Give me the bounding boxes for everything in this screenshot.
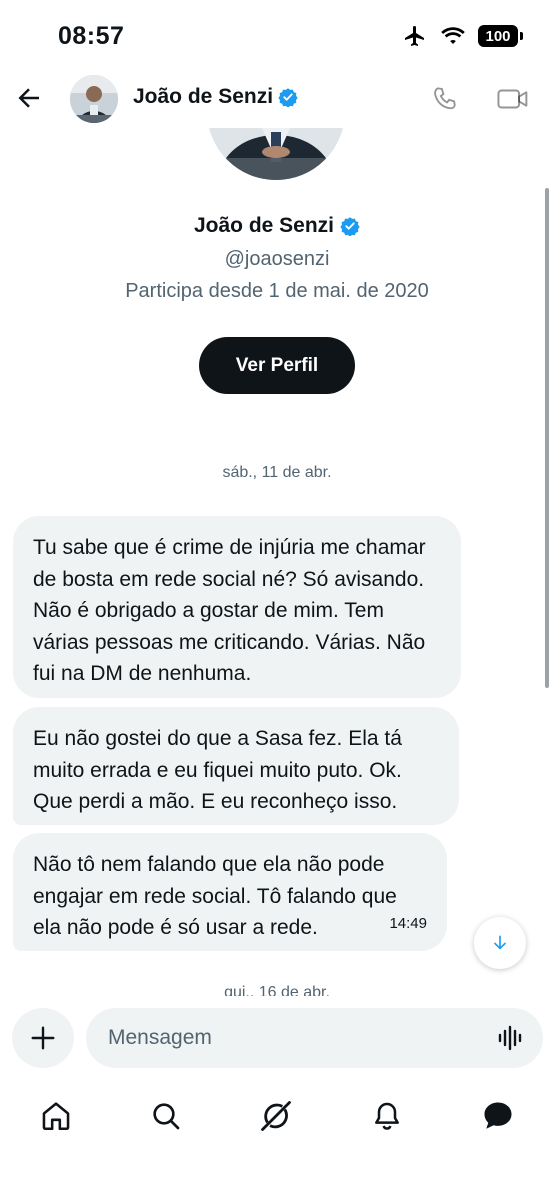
header-avatar[interactable] (70, 75, 118, 123)
message-bubble[interactable]: Não tô nem falando que ela não pode enga… (13, 833, 447, 951)
status-bar: 08:57 100 (0, 0, 554, 70)
airplane-icon (405, 26, 424, 46)
add-attachment-button[interactable] (12, 1008, 74, 1068)
scroll-to-bottom-button[interactable] (474, 917, 526, 969)
verified-badge-icon (278, 88, 298, 107)
back-arrow-icon[interactable] (14, 83, 44, 113)
date-divider: sáb., 11 de abr. (222, 464, 332, 481)
phone-icon[interactable] (430, 84, 460, 114)
messages-icon (484, 1102, 512, 1129)
scrollbar[interactable] (545, 188, 549, 688)
voice-waveform-icon[interactable] (497, 1024, 525, 1052)
home-icon (42, 1102, 70, 1131)
profile-handle: @joaosenzi (224, 248, 330, 270)
header-name: João de Senzi (133, 85, 274, 108)
profile-joined-date: Participa desde 1 de mai. de 2020 (125, 280, 429, 302)
notifications-icon (375, 1102, 399, 1130)
message-timestamp: 14:49 (389, 914, 427, 932)
header-title[interactable]: João de Senzi (133, 85, 298, 109)
status-icons: 100 (402, 24, 523, 48)
nav-messages[interactable] (478, 1096, 518, 1136)
grok-icon (261, 1101, 291, 1131)
message-composer (0, 996, 554, 1080)
message-input[interactable] (86, 1008, 543, 1068)
wifi-icon (441, 27, 465, 44)
date-divider: qui., 16 de abr. (224, 984, 330, 996)
verified-badge-icon (340, 217, 360, 236)
nav-notifications[interactable] (367, 1096, 407, 1136)
profile-name: João de Senzi (193, 214, 335, 237)
message-text: Eu não gostei do que a Sasa fez. Ela tá … (33, 727, 402, 813)
nav-home[interactable] (36, 1096, 76, 1136)
message-text: Não tô nem falando que ela não pode enga… (33, 853, 397, 939)
search-icon (153, 1103, 180, 1130)
bottom-navigation (0, 1084, 554, 1148)
battery-icon: 100 (478, 25, 523, 47)
message-bubble[interactable]: Tu sabe que é crime de injúria me chamar… (13, 516, 461, 698)
avatar-image (70, 75, 118, 123)
message-bubble[interactable]: Eu não gostei do que a Sasa fez. Ela tá … (13, 707, 459, 825)
plus-icon (31, 1026, 55, 1050)
profile-name-row: João de Senzi (0, 214, 554, 238)
arrow-down-icon (494, 935, 506, 950)
video-icon[interactable] (496, 84, 530, 114)
nav-search[interactable] (146, 1096, 186, 1136)
view-profile-button[interactable]: Ver Perfil (199, 337, 355, 394)
chat-header: João de Senzi (0, 70, 554, 128)
nav-grok[interactable] (256, 1096, 296, 1136)
status-time: 08:57 (58, 22, 125, 50)
message-text: Tu sabe que é crime de injúria me chamar… (33, 536, 426, 685)
